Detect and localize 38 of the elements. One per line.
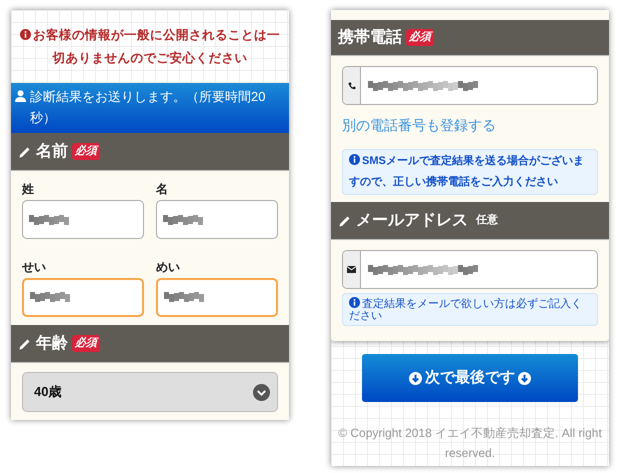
arrow-down-icon — [518, 372, 531, 384]
info-bar-text: 診断結果をお送りします。（所要時間20秒） — [30, 88, 266, 127]
privacy-notice: お客様の情報が一般に公開されることは一切ありませんのでご安心ください — [17, 24, 283, 70]
info-icon — [349, 154, 360, 165]
phone-field[interactable] — [342, 66, 598, 105]
email-field[interactable] — [342, 250, 598, 289]
next-button[interactable]: 次で最後です — [362, 354, 578, 402]
age-select[interactable]: 40歳 — [22, 372, 278, 412]
section-title: 名前 — [36, 142, 68, 162]
info-message: 査定結果をメールで欲しい方は必ずご記入ください — [342, 293, 598, 326]
badge: 必須 — [72, 143, 100, 160]
phone-icon — [348, 82, 356, 90]
info-icon — [349, 297, 360, 308]
section-title: メールアドレス — [356, 210, 468, 230]
person-icon — [15, 90, 26, 102]
section-title: 携帯電話 — [338, 27, 402, 48]
copyright-text: © Copyright 2018 イエイ不動産売却査定. All right reserved. — [337, 425, 603, 462]
input-field[interactable] — [22, 200, 144, 239]
add-phone-link[interactable]: 別の電話番号も登録する — [342, 113, 598, 137]
arrow-down-icon — [409, 372, 422, 384]
info-icon — [20, 28, 31, 40]
input-field[interactable] — [22, 278, 144, 316]
badge: 必須 — [406, 29, 434, 46]
input-field[interactable] — [156, 200, 278, 239]
pencil-icon — [18, 144, 32, 158]
section-title: 年齢 — [36, 334, 68, 354]
pencil-icon — [338, 214, 352, 228]
field-label: せい — [22, 258, 47, 274]
envelope-icon — [347, 266, 356, 273]
info-message: SMSメールで査定結果を送る場合がございますので、正しい携帯電話をご入力ください — [342, 149, 598, 195]
optional-label: 任意 — [476, 212, 498, 228]
field-label: めい — [156, 258, 181, 274]
field-label: 姓 — [22, 181, 35, 197]
chevron-down-icon — [253, 384, 270, 400]
field-label: 名 — [156, 181, 169, 197]
input-field[interactable] — [156, 278, 278, 316]
pencil-icon — [18, 336, 32, 350]
badge: 必須 — [72, 335, 100, 352]
